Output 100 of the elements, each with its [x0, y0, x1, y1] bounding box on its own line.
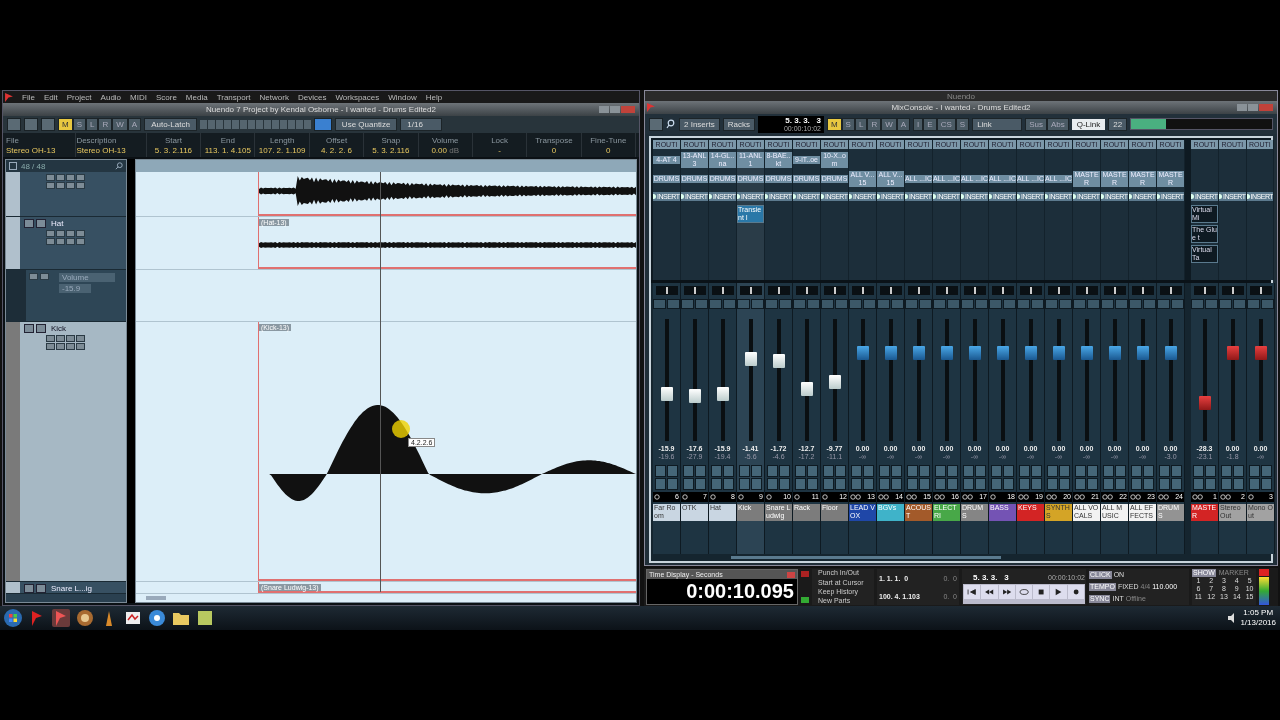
monitor-button[interactable] [1249, 478, 1260, 490]
write-button[interactable] [751, 465, 762, 477]
read-button[interactable] [66, 174, 75, 181]
read-button[interactable] [767, 465, 778, 477]
scroll-bar[interactable] [731, 556, 1001, 560]
write-button[interactable] [891, 465, 902, 477]
write-button[interactable] [1261, 465, 1272, 477]
write-button[interactable] [1233, 465, 1244, 477]
fader-handle[interactable] [1254, 346, 1267, 360]
suspend-button[interactable]: Sus [1025, 117, 1047, 131]
racks-dropdown[interactable]: Racks [722, 117, 755, 131]
write-button[interactable] [667, 465, 678, 477]
inserts-dropdown[interactable]: 2 Inserts [679, 117, 720, 131]
list-icon[interactable] [9, 162, 17, 170]
pan-control[interactable] [1193, 286, 1216, 295]
zoom-control[interactable]: 22 [1108, 117, 1128, 131]
read-button[interactable] [1221, 465, 1232, 477]
menu-item[interactable]: Edit [43, 92, 58, 102]
fader-handle[interactable] [1052, 346, 1065, 360]
pan-control[interactable] [823, 286, 846, 295]
monitor-button[interactable] [1221, 478, 1232, 490]
search-icon[interactable] [115, 162, 123, 170]
fader-handle[interactable] [660, 387, 673, 402]
record-button[interactable] [1087, 478, 1098, 490]
play-icon[interactable] [1050, 585, 1067, 600]
info-value[interactable]: 0 [606, 145, 611, 155]
app-icon[interactable] [124, 609, 142, 627]
write-button[interactable] [975, 465, 986, 477]
pan-control[interactable] [795, 286, 818, 295]
record-button[interactable] [807, 478, 818, 490]
menu-item[interactable]: MIDI [130, 92, 147, 102]
mode-button[interactable]: R [867, 117, 882, 131]
record-button[interactable] [891, 478, 902, 490]
menu-item[interactable]: Window [388, 92, 417, 102]
info-value[interactable]: Stereo OH-13 [6, 145, 56, 155]
monitor-button[interactable] [655, 478, 666, 490]
record-button[interactable] [24, 118, 38, 131]
solo-button[interactable] [36, 584, 46, 593]
pan-control[interactable] [907, 286, 930, 295]
write-button[interactable] [1059, 465, 1070, 477]
read-button[interactable] [1075, 465, 1086, 477]
fader-handle[interactable] [1164, 346, 1177, 360]
read-button[interactable] [1131, 465, 1142, 477]
fader-handle[interactable] [744, 352, 757, 367]
fader-handle[interactable] [1198, 395, 1211, 410]
app-icon[interactable] [76, 609, 94, 627]
read-button[interactable] [879, 465, 890, 477]
record-button[interactable] [863, 478, 874, 490]
solo-button[interactable] [36, 324, 46, 333]
automation-track-header[interactable]: Volume -15.9 [6, 270, 126, 322]
monitor-button[interactable] [56, 335, 65, 342]
read-button[interactable] [655, 465, 666, 477]
write-button[interactable] [695, 465, 706, 477]
record-button[interactable] [779, 478, 790, 490]
track-name[interactable]: Kick [51, 324, 67, 333]
go-to-start-icon[interactable] [964, 585, 981, 600]
clock-time[interactable]: 1:05 PM [1243, 608, 1274, 618]
record-button[interactable] [1143, 478, 1154, 490]
write-button[interactable] [1171, 465, 1182, 477]
info-value[interactable]: - [498, 145, 501, 155]
write-button[interactable] [863, 465, 874, 477]
menu-item[interactable]: Network [259, 92, 289, 102]
monitor-button[interactable] [991, 478, 1002, 490]
fader-handle[interactable] [688, 389, 701, 404]
fader-handle[interactable] [1024, 346, 1037, 360]
edit-button[interactable] [46, 238, 55, 245]
info-value[interactable]: 5. 3. 2.116 [154, 145, 193, 155]
pan-control[interactable] [1019, 286, 1042, 295]
mute-button[interactable] [24, 584, 34, 593]
automation-value[interactable]: -15.9 [59, 284, 91, 293]
automation-parameter[interactable]: Volume [59, 273, 115, 282]
read-button[interactable] [683, 465, 694, 477]
fader-handle[interactable] [800, 381, 813, 396]
monitor-button[interactable] [1047, 478, 1058, 490]
record-button[interactable] [46, 335, 55, 342]
fader-handle[interactable] [1226, 346, 1239, 360]
menu-item[interactable]: Media [185, 92, 208, 102]
color-button[interactable] [313, 118, 332, 131]
read-button[interactable] [1103, 465, 1114, 477]
start-button[interactable] [4, 609, 22, 627]
read-button[interactable] [851, 465, 862, 477]
lock-button[interactable] [76, 182, 85, 189]
write-button[interactable] [779, 465, 790, 477]
read-button[interactable] [1249, 465, 1260, 477]
monitor-button[interactable] [711, 478, 722, 490]
monitor-button[interactable] [879, 478, 890, 490]
read-button[interactable] [1047, 465, 1058, 477]
audio-event[interactable] [258, 172, 636, 216]
write-button[interactable] [76, 174, 85, 181]
search-icon[interactable] [666, 119, 676, 129]
pan-control[interactable] [655, 286, 678, 295]
pan-control[interactable] [1047, 286, 1070, 295]
monitor-button[interactable] [823, 478, 834, 490]
solo-button[interactable] [36, 219, 46, 228]
monitor-button[interactable] [1019, 478, 1030, 490]
monitor-button[interactable] [1075, 478, 1086, 490]
window-controls-icon[interactable] [1237, 104, 1273, 111]
menu-item[interactable]: Audio [100, 92, 122, 102]
fader-handle[interactable] [1080, 346, 1093, 360]
fader-handle[interactable] [828, 375, 841, 390]
